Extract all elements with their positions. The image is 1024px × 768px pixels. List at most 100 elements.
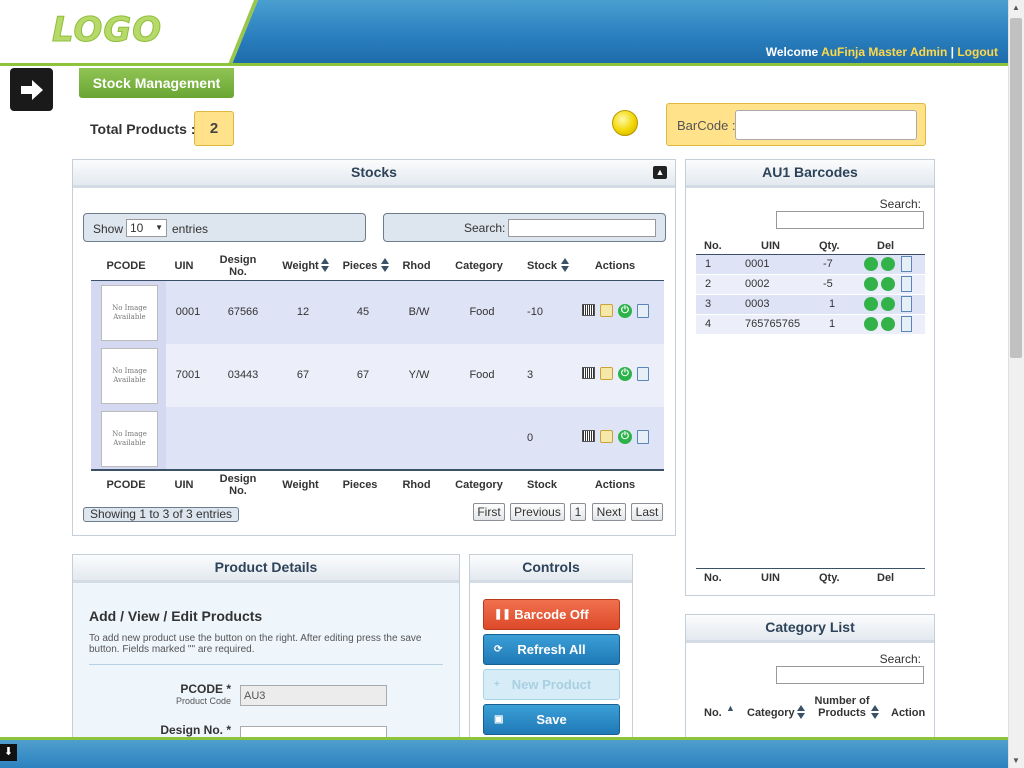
- product-image[interactable]: No Image Available: [101, 411, 158, 467]
- edit-icon[interactable]: [600, 304, 613, 317]
- stocks-search-input[interactable]: [508, 219, 656, 237]
- foot-col-uin: UIN: [174, 479, 194, 491]
- logo: LOGO: [51, 10, 163, 51]
- product-image[interactable]: No Image Available: [101, 285, 158, 341]
- foot-col-pcode: PCODE: [106, 479, 146, 491]
- refresh-all-button[interactable]: ⟳ Refresh All: [483, 634, 620, 665]
- arrow-up-icon[interactable]: [864, 317, 878, 331]
- delete-icon[interactable]: [901, 296, 912, 312]
- pcode-field[interactable]: [240, 685, 387, 706]
- barcode-icon[interactable]: [582, 367, 595, 379]
- au1-col-no[interactable]: No.: [704, 240, 722, 252]
- save-label: Save: [536, 712, 567, 727]
- arrow-up-icon[interactable]: [864, 277, 878, 291]
- cat-col-number[interactable]: Number of Products: [814, 695, 870, 719]
- arrow-up-icon[interactable]: [864, 257, 878, 271]
- table-row[interactable]: No Image Available 0 ⏻: [91, 407, 664, 470]
- col-weight[interactable]: Weight: [278, 260, 323, 272]
- tab-stock-management[interactable]: Stock Management: [79, 68, 234, 98]
- delete-icon[interactable]: [901, 256, 912, 272]
- user-name-link[interactable]: AuFinja Master Admin: [821, 45, 947, 59]
- sort-icon[interactable]: [561, 258, 569, 272]
- category-search-input[interactable]: [776, 666, 924, 684]
- sort-icon[interactable]: [321, 258, 329, 272]
- entries-select[interactable]: 10 ▼: [126, 219, 167, 237]
- col-rhod[interactable]: Rhod: [400, 260, 433, 272]
- new-product-button[interactable]: + New Product: [483, 669, 620, 700]
- col-stock[interactable]: Stock: [524, 260, 560, 272]
- welcome-bar: Welcome AuFinja Master Admin | Logout: [766, 45, 998, 59]
- page-last-button[interactable]: Last: [631, 503, 663, 521]
- barcode-off-button[interactable]: ❚❚ Barcode Off: [483, 599, 620, 630]
- sort-icon[interactable]: [797, 705, 805, 719]
- col-pcode[interactable]: PCODE: [93, 260, 159, 272]
- au1-foot-no: No.: [704, 572, 722, 584]
- col-category[interactable]: Category: [451, 260, 507, 272]
- au1-col-uin[interactable]: UIN: [761, 240, 780, 252]
- logout-link[interactable]: Logout: [957, 45, 998, 59]
- barcode-row[interactable]: 1 0001 -7: [696, 255, 925, 274]
- table-row[interactable]: No Image Available 7001 03443 67 67 Y/W …: [91, 344, 664, 407]
- barcode-icon[interactable]: [582, 430, 595, 442]
- weight-cell: 67: [296, 369, 310, 381]
- delete-icon[interactable]: [901, 316, 912, 332]
- save-button[interactable]: ▣ Save: [483, 704, 620, 735]
- product-image[interactable]: No Image Available: [101, 348, 158, 404]
- scroll-up-icon[interactable]: ▲: [1012, 3, 1020, 12]
- power-icon[interactable]: ⏻: [618, 304, 632, 318]
- col-uin[interactable]: UIN: [169, 260, 199, 272]
- au1-col-qty[interactable]: Qty.: [819, 240, 840, 252]
- category-cell: Food: [469, 306, 495, 318]
- au1-qty-cell: 1: [829, 318, 836, 330]
- sort-icon[interactable]: [381, 258, 389, 272]
- arrow-down-icon[interactable]: ⬇: [0, 744, 17, 761]
- category-panel-header: Category List: [686, 615, 934, 643]
- page-number-button[interactable]: 1: [570, 503, 586, 521]
- pieces-cell: 45: [356, 306, 370, 318]
- scrollbar-thumb[interactable]: [1010, 18, 1022, 358]
- controls-panel: Controls ❚❚ Barcode Off ⟳ Refresh All + New…: [469, 554, 633, 744]
- au1-uin-cell: 765765765: [745, 318, 801, 330]
- page-next-button[interactable]: Next: [592, 503, 626, 521]
- sort-up-icon[interactable]: ▲: [726, 703, 735, 713]
- col-design-no[interactable]: Design No.: [218, 254, 258, 278]
- edit-icon[interactable]: [600, 430, 613, 443]
- au1-no-cell: 2: [705, 278, 712, 290]
- page-previous-button[interactable]: Previous: [510, 503, 565, 521]
- entries-select-value: 10: [130, 221, 144, 235]
- delete-icon[interactable]: [637, 367, 649, 381]
- col-pieces[interactable]: Pieces: [340, 260, 380, 272]
- toggle-menu-button[interactable]: [10, 68, 53, 111]
- collapse-icon[interactable]: ▲: [653, 166, 667, 179]
- power-icon[interactable]: ⏻: [618, 367, 632, 381]
- sort-icon[interactable]: [871, 705, 879, 719]
- barcode-row[interactable]: 4 765765765 1: [696, 315, 925, 334]
- delete-icon[interactable]: [637, 430, 649, 444]
- cat-col-category[interactable]: Category: [747, 707, 795, 719]
- au1-foot-del: Del: [877, 572, 895, 584]
- barcode-row[interactable]: 2 0002 -5: [696, 275, 925, 294]
- barcode-input[interactable]: [735, 110, 917, 140]
- entries-label: entries: [172, 222, 209, 236]
- stocks-title: Stocks: [351, 164, 397, 180]
- arrow-down-icon[interactable]: [881, 277, 895, 291]
- power-icon[interactable]: ⏻: [618, 430, 632, 444]
- au1-search-input[interactable]: [776, 211, 924, 229]
- barcode-row[interactable]: 3 0003 1: [696, 295, 925, 314]
- scroll-down-icon[interactable]: ▼: [1012, 756, 1020, 765]
- cat-col-no[interactable]: No.: [704, 707, 722, 719]
- table-row[interactable]: No Image Available 0001 67566 12 45 B/W …: [91, 281, 664, 344]
- arrow-up-icon[interactable]: [864, 297, 878, 311]
- page-first-button[interactable]: First: [473, 503, 505, 521]
- barcode-box: BarCode :: [666, 103, 926, 146]
- arrow-down-icon[interactable]: [881, 257, 895, 271]
- arrow-down-icon[interactable]: [881, 317, 895, 331]
- delete-icon[interactable]: [901, 276, 912, 292]
- barcode-icon[interactable]: [582, 304, 595, 316]
- pcode-sublabel: Product Code: [175, 696, 231, 706]
- edit-icon[interactable]: [600, 367, 613, 380]
- arrow-down-icon[interactable]: [881, 297, 895, 311]
- product-panel-header: Product Details: [73, 555, 459, 583]
- barcode-off-label: Barcode Off: [514, 607, 589, 622]
- delete-icon[interactable]: [637, 304, 649, 318]
